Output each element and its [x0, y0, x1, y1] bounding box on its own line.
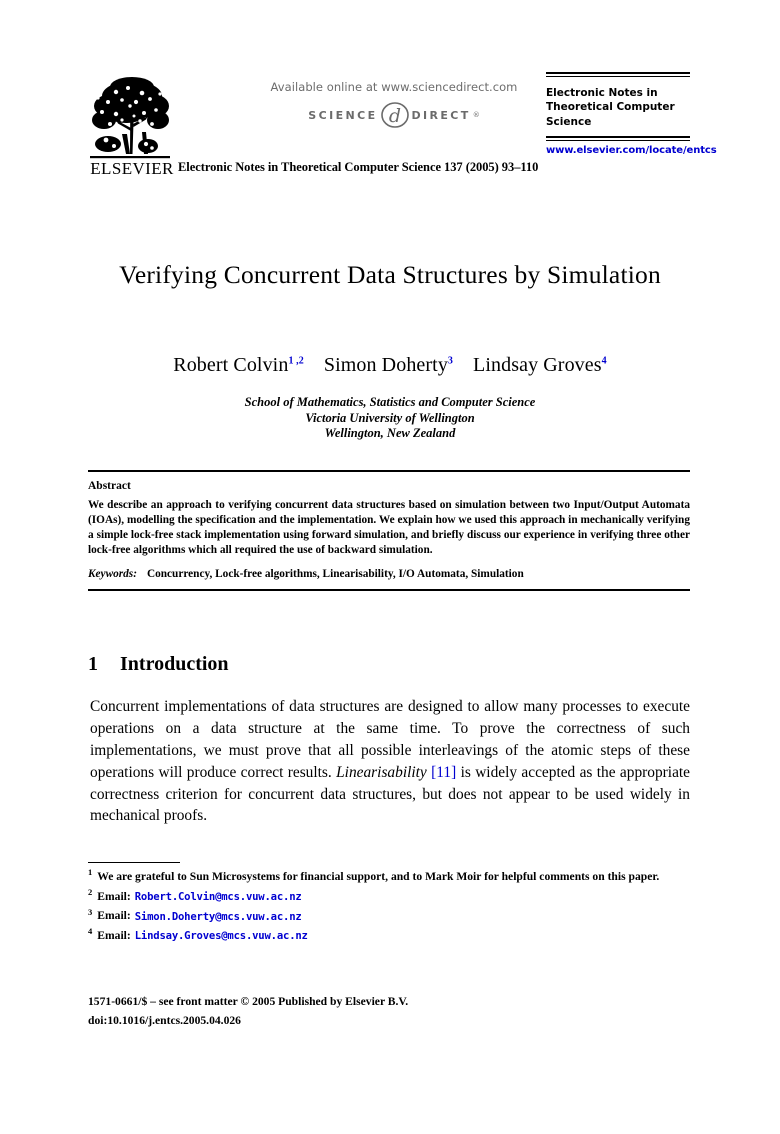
- affiliation-line: School of Mathematics, Statistics and Co…: [244, 395, 536, 409]
- abstract-block: Abstract We describe an approach to veri…: [88, 470, 690, 592]
- journal-name: Electronic Notes in Theoretical Computer…: [546, 87, 675, 128]
- masthead: ELSEVIER Available online at www.science…: [86, 72, 717, 190]
- affiliation-line: Wellington, New Zealand: [324, 426, 456, 441]
- footnote-item: 3 Email: Simon.Doherty@mcs.vuw.ac.nz: [88, 906, 690, 925]
- author-list: Robert Colvin1 ,2 Simon Doherty3 Lindsay G…: [90, 354, 690, 377]
- author-footnote-ref[interactable]: 4: [602, 355, 607, 366]
- abstract-body: We describe an approach to verifying con…: [88, 499, 690, 557]
- footnote-mark: 2: [88, 887, 93, 898]
- section-title: Introduction: [120, 653, 229, 675]
- sciencedirect-word-direct: DIRECT: [411, 108, 471, 122]
- author-footnote-ref[interactable]: 3: [448, 355, 453, 366]
- registered-trademark-icon: ®: [472, 111, 480, 119]
- footnote-item: 1 We are grateful to Sun Microsystems for…: [88, 866, 690, 886]
- footnote-list: 1 We are grateful to Sun Microsystems for…: [88, 866, 690, 944]
- email-link[interactable]: Simon.Doherty@mcs.vuw.ac.nz: [135, 910, 302, 922]
- journal-citation-line: Electronic Notes in Theoretical Computer…: [178, 160, 539, 174]
- journal-url-link[interactable]: www.elsevier.com/locate/entcs: [546, 141, 717, 156]
- section-heading-introduction: 1 Introduction: [88, 653, 229, 676]
- paper-page: ELSEVIER Available online at www.science…: [0, 0, 780, 1134]
- keywords-label: Keywords:: [88, 568, 137, 581]
- footnote-mark: 4: [88, 925, 93, 936]
- affiliation-line: Victoria University of Wellington: [305, 410, 475, 425]
- copyright-line: 1571-0661/$ – see front matter © 2005 Pu…: [88, 995, 409, 1008]
- page-title: Verifying Concurrent Data Structures by …: [119, 260, 661, 289]
- elsevier-wordmark: ELSEVIER: [90, 159, 174, 178]
- citation-link-11[interactable]: 11: [436, 764, 451, 781]
- author-entry: Robert Colvin1 ,2: [173, 354, 304, 376]
- author-entry: Simon Doherty3: [324, 354, 453, 376]
- footnote-item: 4 Email: Lindsay.Groves@mcs.vuw.ac.nz: [88, 925, 690, 944]
- keywords-value: Concurrency, Lock-free algorithms, Linea…: [146, 568, 524, 581]
- footnote-item: 2 Email: Robert.Colvin@mcs.vuw.ac.nz: [88, 886, 690, 905]
- emphasized-term: Linearisability: [336, 763, 427, 781]
- affiliation-block: School of Mathematics, Statistics and Co…: [90, 395, 690, 442]
- footnote-mark: 1: [88, 867, 93, 877]
- elsevier-tree-logo: [86, 72, 174, 167]
- keywords-line: Keywords: Concurrency, Lock-free algorith…: [88, 568, 690, 589]
- copyright-block: 1571-0661/$ – see front matter © 2005 Pu…: [88, 993, 690, 1031]
- footnote-separator-rule: [88, 862, 180, 863]
- email-link[interactable]: Robert.Colvin@mcs.vuw.ac.nz: [135, 891, 302, 903]
- author-name: Lindsay Groves: [473, 354, 602, 376]
- author-footnote-ref[interactable]: 1 ,2: [288, 355, 303, 366]
- author-entry: Lindsay Groves4: [473, 354, 607, 376]
- footnote-mark: 3: [88, 906, 93, 917]
- footnote-email-label: Email:: [97, 928, 131, 942]
- introduction-paragraph: Concurrent implementations of data struc…: [90, 696, 690, 827]
- sciencedirect-logo: SCIENCE d DIRECT ®: [204, 102, 584, 128]
- section-number: 1: [88, 653, 98, 675]
- available-online-text: Available online at www.sciencedirect.co…: [270, 80, 518, 94]
- abstract-heading: Abstract: [88, 480, 131, 492]
- author-name: Simon Doherty: [323, 354, 448, 376]
- sciencedirect-d-mark: d: [380, 102, 410, 128]
- doi-line: doi:10.1016/j.entcs.2005.04.026: [88, 1013, 241, 1027]
- email-link[interactable]: Lindsay.Groves@mcs.vuw.ac.nz: [135, 930, 308, 942]
- journal-title-box: Electronic Notes in Theoretical Computer…: [546, 72, 717, 156]
- abstract-bottom-rule: [88, 589, 690, 592]
- author-name: Robert Colvin: [173, 354, 289, 376]
- svg-text:d: d: [388, 105, 400, 127]
- footnote-email-label: Email:: [97, 890, 131, 904]
- footnote-email-label: Email:: [97, 909, 131, 923]
- sciencedirect-word-science: SCIENCE: [308, 108, 378, 122]
- footnote-text: We are grateful to Sun Microsystems for …: [97, 869, 660, 883]
